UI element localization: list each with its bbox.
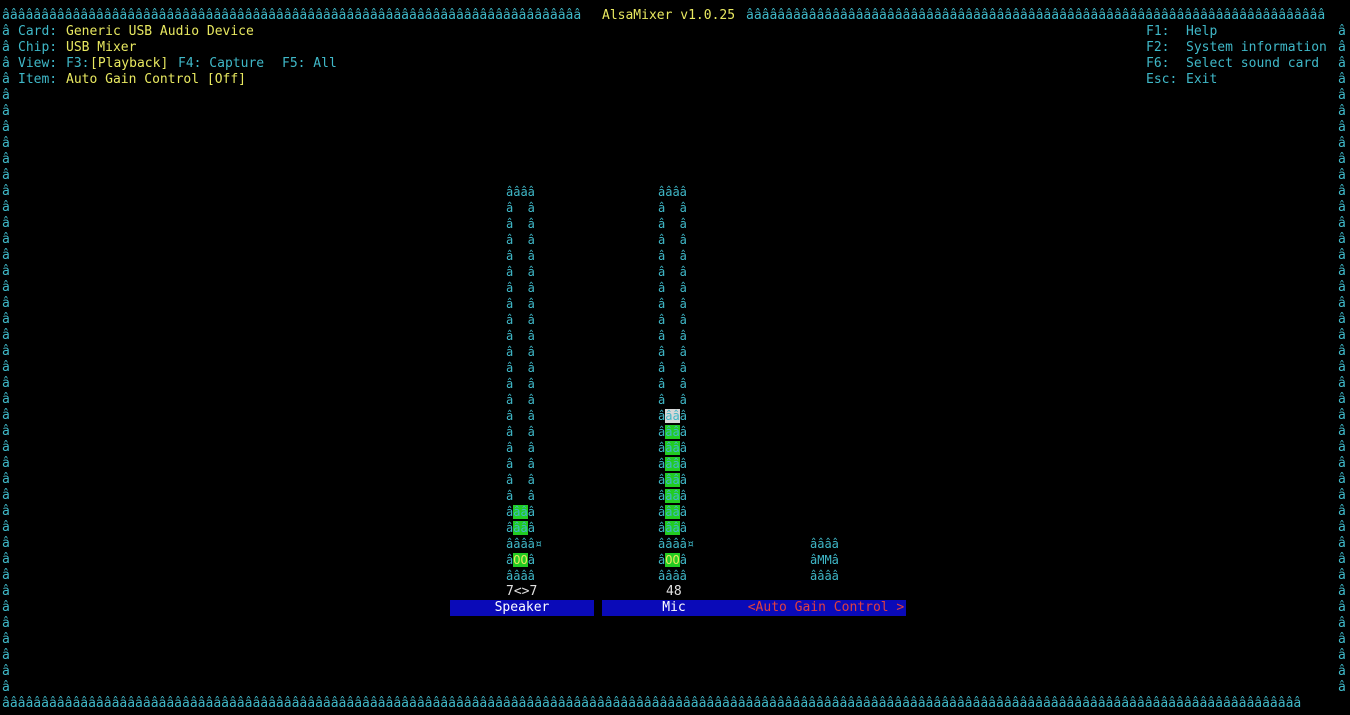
right-border: â â â â â â â â â â â â â â â â â â â â …: [1338, 24, 1346, 695]
speaker-value: 7<>7: [506, 584, 538, 599]
speaker-label[interactable]: Speaker: [450, 600, 594, 616]
item-label: Item:: [18, 72, 58, 87]
app-title: AlsaMixer v1.0.25: [602, 8, 736, 23]
card-value: Generic USB Audio Device: [66, 24, 254, 39]
speaker-volume-bar[interactable]: ââââ â â â â â â â â â â â â â â â â â â…: [506, 184, 546, 536]
mic-label[interactable]: Mic: [602, 600, 746, 616]
key-f1-action: Help: [1186, 24, 1218, 39]
view-label: View:: [18, 56, 58, 71]
key-f6-action: Select sound card: [1186, 56, 1320, 71]
bottom-border: ââââââââââââââââââââââââââââââââââââââââ…: [2, 696, 1302, 711]
key-f6[interactable]: F6:: [1146, 56, 1169, 72]
card-label: Card:: [18, 24, 58, 39]
agc-switch-box[interactable]: ââââ âMMâ ââââ: [810, 536, 850, 584]
view-all[interactable]: F5: All: [282, 56, 337, 72]
speaker-mute-box[interactable]: ââââ¤ âOOâ ââââ: [506, 536, 554, 584]
chip-value: USB Mixer: [66, 40, 137, 55]
mic-volume-bar[interactable]: ââââ â â â â â â â â â â â â â â â â â â…: [658, 184, 698, 536]
left-border: â â â â â â â â â â â â â â â â â â â â …: [2, 24, 10, 695]
key-f2[interactable]: F2:: [1146, 40, 1169, 56]
chip-label: Chip:: [18, 40, 58, 55]
view-capture[interactable]: F4: Capture: [178, 56, 264, 72]
mic-mute-box[interactable]: ââââ¤ âOOâ ââââ: [658, 536, 706, 584]
key-f1[interactable]: F1:: [1146, 24, 1169, 40]
view-f3-key[interactable]: F3:: [66, 56, 89, 72]
agc-label-selected[interactable]: <Auto Gain Control >: [746, 600, 906, 616]
key-f2-action: System information: [1186, 40, 1327, 55]
top-border-left: ââââââââââââââââââââââââââââââââââââââââ…: [2, 8, 582, 23]
top-border-right: ââââââââââââââââââââââââââââââââââââââââ…: [746, 8, 1326, 23]
mic-value: 48: [666, 584, 682, 599]
key-esc[interactable]: Esc:: [1146, 72, 1177, 88]
key-esc-action: Exit: [1186, 72, 1218, 87]
view-playback[interactable]: [Playback]: [90, 56, 168, 72]
item-value: Auto Gain Control [Off]: [66, 72, 247, 87]
